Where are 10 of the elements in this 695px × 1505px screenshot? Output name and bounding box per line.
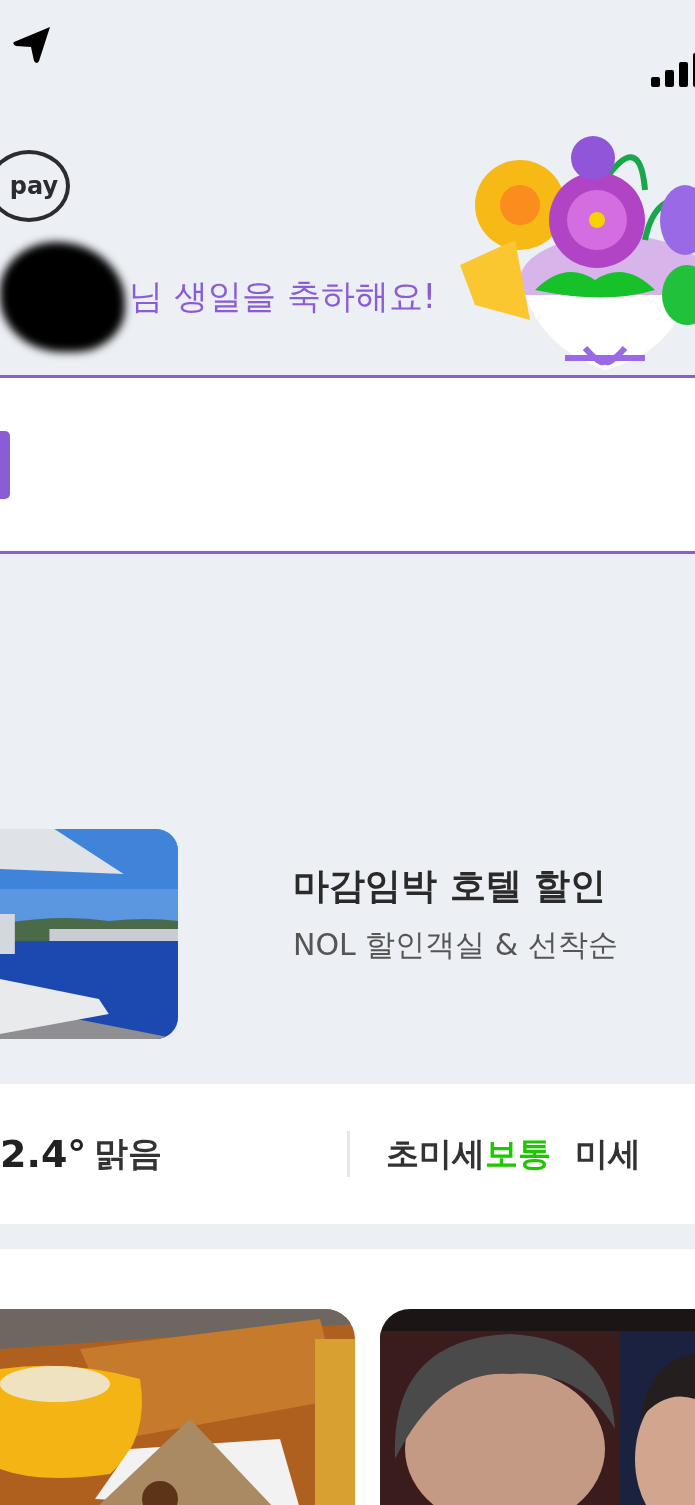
- weather-condition: 맑음: [94, 1132, 163, 1175]
- banner-title: 마감임박 호텔 할인: [293, 864, 608, 908]
- signal-icon: [651, 53, 695, 87]
- temperature: 2.4°: [0, 1132, 87, 1176]
- banner-subtitle: NOL 할인객실 & 선착순: [293, 926, 618, 964]
- pay-logo: pay: [0, 150, 70, 222]
- birthday-greeting: 님 생일을 축하해요!: [129, 275, 437, 318]
- dust-status: 보통: [485, 1132, 552, 1175]
- dust-label: 미세: [575, 1132, 642, 1175]
- dust-label: 초미세: [386, 1132, 486, 1175]
